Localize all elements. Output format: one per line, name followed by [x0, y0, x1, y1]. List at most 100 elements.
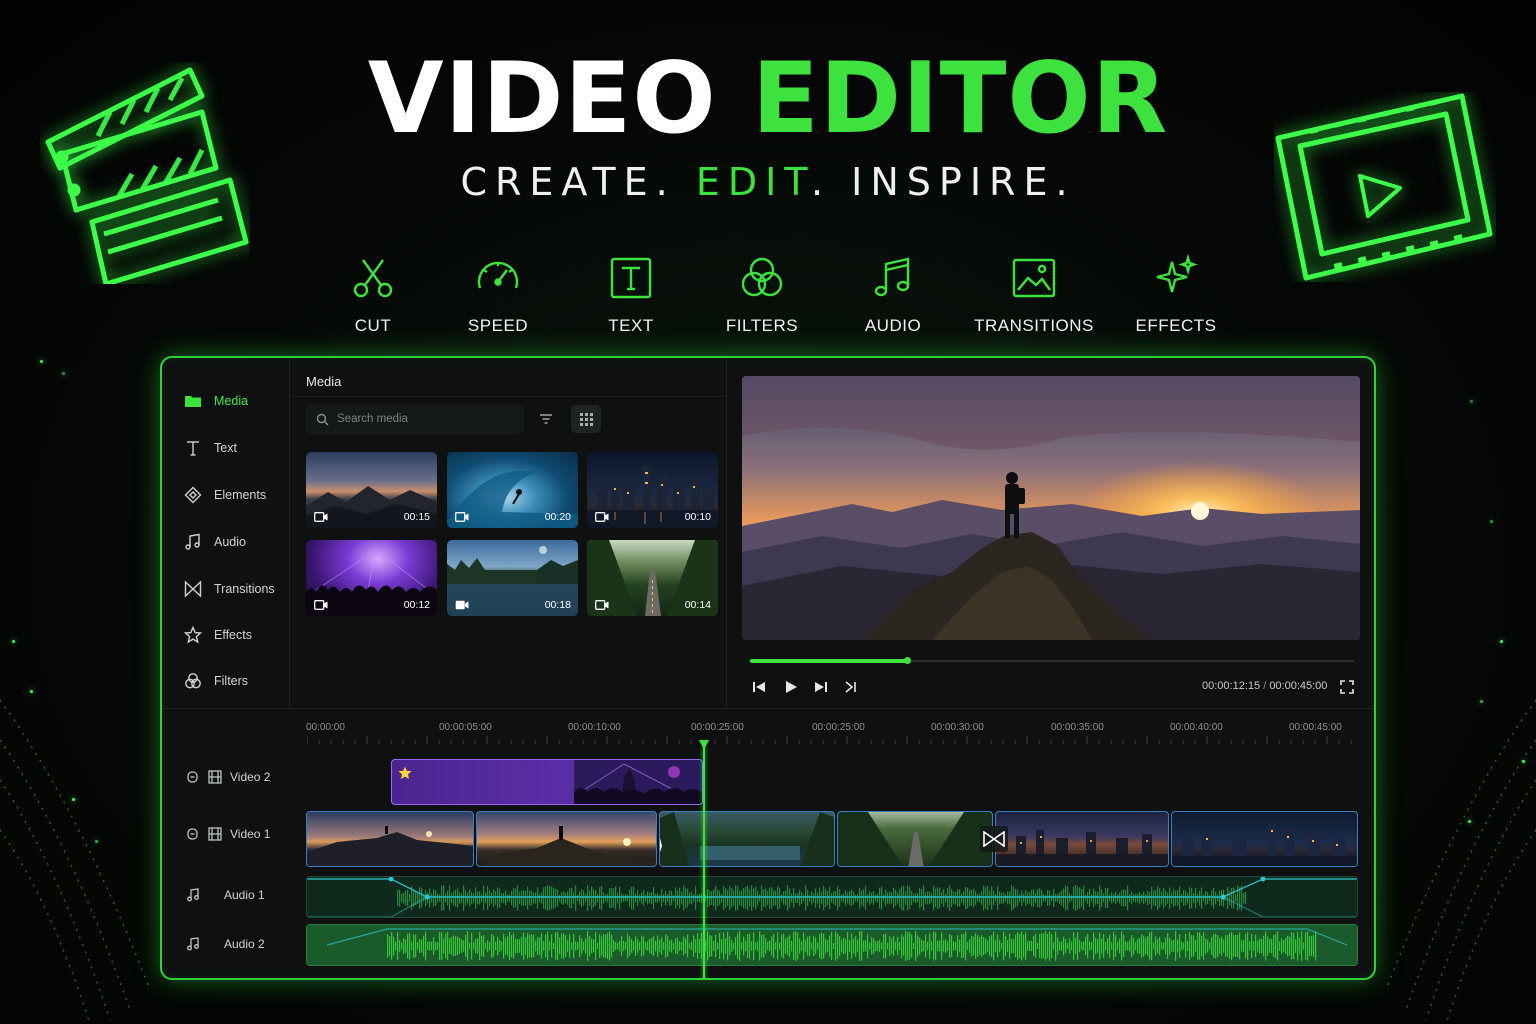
media-thumbnail[interactable]: 00:14 — [587, 540, 718, 616]
clip-video-2[interactable] — [391, 759, 703, 805]
sidebar-item-transitions[interactable]: Transitions — [184, 580, 275, 598]
filter-lines-icon — [540, 414, 552, 424]
text-icon — [187, 441, 199, 456]
film-icon — [208, 770, 222, 784]
media-thumbnail[interactable]: 00:15 — [306, 452, 437, 528]
feature-row: CUT SPEED TEXT FILTERS AUDIO TRANSITIONS… — [300, 254, 1260, 344]
transition-marker[interactable] — [980, 826, 1008, 852]
editor-window: Media Text Elements Audio Transitions Ef… — [160, 356, 1376, 980]
video-camera-icon — [314, 512, 328, 522]
music-icon — [187, 937, 199, 951]
grid-view-button[interactable] — [571, 405, 601, 433]
text-box-icon — [610, 257, 652, 299]
bowtie-icon — [184, 580, 202, 598]
feature-label: AUDIO — [864, 316, 922, 335]
duration-label: 00:10 — [684, 511, 711, 523]
video-camera-icon — [595, 600, 609, 610]
feature-label: FILTERS — [725, 316, 799, 335]
divider — [291, 396, 727, 397]
clip-audio-1[interactable] — [306, 876, 1358, 918]
progress-fill — [750, 659, 908, 663]
sidebar-item-label: Media — [214, 394, 249, 408]
star-icon — [398, 766, 412, 779]
timecode: 00:00:12:15 / 00:00:45:00 — [1202, 680, 1327, 692]
skip-to-end-icon[interactable] — [842, 678, 860, 696]
media-thumbnail[interactable]: 00:12 — [306, 540, 437, 616]
playhead[interactable] — [703, 748, 705, 978]
filter-button[interactable] — [531, 405, 561, 433]
media-thumbnail[interactable]: 00:20 — [447, 452, 578, 528]
duration-label: 00:14 — [684, 599, 711, 611]
feature-audio: AUDIO — [828, 254, 958, 336]
filters-icon — [741, 257, 783, 297]
media-thumbnail[interactable]: 00:10 — [587, 452, 718, 528]
search-icon — [316, 413, 329, 425]
ruler-time-label: 00:00:30:00 — [931, 722, 984, 733]
fullscreen-icon[interactable] — [1338, 678, 1356, 696]
timeline-divider — [162, 708, 1374, 709]
circles-icon — [185, 673, 201, 689]
ruler-time-label: 00:00:05:00 — [439, 722, 492, 733]
music-note-icon — [874, 257, 910, 297]
sidebar-item-effects[interactable]: Effects — [184, 626, 252, 644]
progress-knob[interactable] — [904, 657, 912, 664]
track-name: Video 1 — [230, 827, 271, 841]
sidebar-item-elements[interactable]: Elements — [184, 486, 266, 504]
ruler-time-label: 00:00:10:00 — [568, 722, 621, 733]
hero-title-white: VIDEO — [367, 42, 717, 156]
clip-video-1[interactable] — [995, 811, 1169, 867]
feature-label: EFFECTS — [1135, 316, 1217, 335]
ruler-time-label: 00:00:40:00 — [1170, 722, 1223, 733]
feature-label: TEXT — [608, 316, 654, 335]
ruler-time-label: 00:00:45:00 — [1289, 722, 1342, 733]
media-thumbnail[interactable]: 00:18 — [447, 540, 578, 616]
sidebar-item-label: Text — [214, 441, 237, 455]
ruler-time-label: 00:00:35:00 — [1051, 722, 1104, 733]
search-placeholder: Search media — [337, 413, 408, 425]
eye-icon[interactable] — [186, 827, 200, 841]
ruler-time-label: 00:00:25:00 — [812, 722, 865, 733]
clip-video-1[interactable] — [837, 811, 993, 867]
media-panel-title: Media — [306, 374, 342, 389]
folder-icon — [185, 396, 201, 407]
sidebar-item-media[interactable]: Media — [184, 392, 248, 410]
eye-icon[interactable] — [186, 770, 200, 784]
hero-title-green: EDITOR — [751, 42, 1169, 156]
step-forward-icon[interactable] — [812, 678, 830, 696]
sidebar-item-filters[interactable]: Filters — [184, 672, 248, 690]
media-panel: Media Search media 00:15 00:20 00:10 00:… — [291, 358, 727, 708]
grid-icon — [579, 412, 593, 426]
track-label-video-2: Video 2 — [186, 770, 270, 784]
clip-audio-2[interactable] — [306, 924, 1358, 966]
video-preview[interactable] — [742, 376, 1360, 640]
bowtie-icon — [983, 831, 1005, 847]
feature-label: TRANSITIONS — [974, 316, 1094, 335]
video-camera-icon — [595, 512, 609, 522]
feature-label: SPEED — [467, 316, 529, 335]
playback-progress-bar[interactable] — [750, 657, 1354, 664]
clip-video-1[interactable] — [659, 811, 835, 867]
clip-video-1[interactable] — [476, 811, 657, 867]
track-label-audio-1: Audio 1 — [186, 888, 265, 902]
film-icon — [208, 827, 222, 841]
feature-speed: SPEED — [433, 254, 563, 336]
feature-cut: CUT — [308, 254, 438, 336]
clip-video-1[interactable] — [1171, 811, 1358, 867]
sidebar-item-text[interactable]: Text — [184, 439, 237, 457]
track-name: Audio 1 — [224, 888, 265, 902]
search-input[interactable]: Search media — [306, 404, 524, 434]
sidebar-item-audio[interactable]: Audio — [184, 533, 246, 551]
music-icon — [185, 533, 200, 550]
clip-video-1[interactable] — [306, 811, 474, 867]
diamond-icon — [184, 486, 202, 504]
play-icon[interactable] — [782, 678, 800, 696]
sidebar-item-label: Audio — [214, 535, 246, 549]
track-name: Video 2 — [230, 770, 271, 784]
duration-label: 00:20 — [544, 511, 571, 523]
skip-to-start-icon[interactable] — [750, 678, 768, 696]
track-label-video-1: Video 1 — [186, 827, 270, 841]
feature-text: TEXT — [566, 254, 696, 336]
feature-label: CUT — [354, 316, 392, 335]
hero-tagline: CREATE. EDIT. INSPIRE. — [0, 160, 1536, 204]
tagline-edit: EDIT — [695, 160, 812, 204]
